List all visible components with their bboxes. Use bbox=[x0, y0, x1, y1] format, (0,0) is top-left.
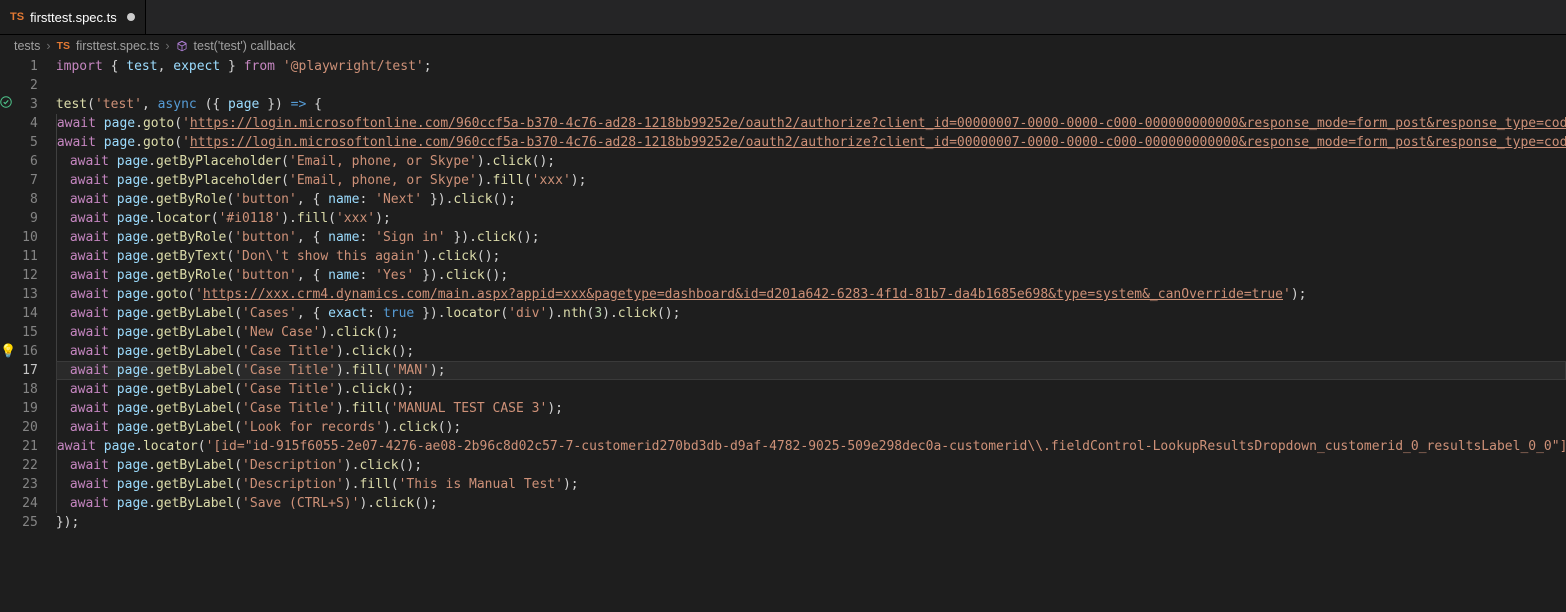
code-line[interactable]: await page.goto('https://login.microsoft… bbox=[56, 133, 1566, 152]
gutter-glyph[interactable] bbox=[0, 114, 18, 133]
code-line[interactable]: await page.locator('#i0118').fill('xxx')… bbox=[56, 209, 1566, 228]
line-number[interactable]: 21 bbox=[18, 437, 52, 456]
gutter-glyph[interactable] bbox=[0, 152, 18, 171]
dirty-indicator-icon bbox=[127, 13, 135, 21]
line-number[interactable]: 16 bbox=[18, 342, 52, 361]
gutter-glyph[interactable] bbox=[0, 323, 18, 342]
breadcrumb-file[interactable]: firsttest.spec.ts bbox=[76, 39, 159, 53]
line-number[interactable]: 18 bbox=[18, 380, 52, 399]
line-number[interactable]: 8 bbox=[18, 190, 52, 209]
code-line[interactable]: await page.getByLabel('New Case').click(… bbox=[56, 323, 1566, 342]
code-line[interactable]: import { test, expect } from '@playwrigh… bbox=[56, 57, 1566, 76]
line-number[interactable]: 11 bbox=[18, 247, 52, 266]
line-number[interactable]: 4 bbox=[18, 114, 52, 133]
code-line[interactable]: await page.getByLabel('Look for records'… bbox=[56, 418, 1566, 437]
chevron-right-icon: › bbox=[165, 39, 169, 53]
line-number[interactable]: 19 bbox=[18, 399, 52, 418]
breadcrumb: tests › TS firsttest.spec.ts › test('tes… bbox=[0, 35, 1566, 57]
gutter-glyph[interactable] bbox=[0, 228, 18, 247]
code-line[interactable]: await page.getByLabel('Description').cli… bbox=[56, 456, 1566, 475]
line-number[interactable]: 25 bbox=[18, 513, 52, 532]
gutter-glyph[interactable] bbox=[0, 95, 18, 114]
chevron-right-icon: › bbox=[46, 39, 50, 53]
gutter-glyph[interactable] bbox=[0, 266, 18, 285]
lightbulb-icon[interactable]: 💡 bbox=[0, 345, 16, 358]
gutter-glyph[interactable] bbox=[0, 133, 18, 152]
code-line[interactable]: }); bbox=[56, 513, 1566, 532]
code-line[interactable]: await page.getByLabel('Case Title').clic… bbox=[56, 342, 1566, 361]
code-line[interactable]: await page.getByLabel('Description').fil… bbox=[56, 475, 1566, 494]
line-number[interactable]: 14 bbox=[18, 304, 52, 323]
gutter-glyph[interactable] bbox=[0, 380, 18, 399]
code-line[interactable]: await page.getByPlaceholder('Email, phon… bbox=[56, 171, 1566, 190]
code-line[interactable]: await page.getByLabel('Save (CTRL+S)').c… bbox=[56, 494, 1566, 513]
line-number[interactable]: 12 bbox=[18, 266, 52, 285]
code-line[interactable]: await page.getByLabel('Cases', { exact: … bbox=[56, 304, 1566, 323]
gutter-glyph[interactable] bbox=[0, 399, 18, 418]
method-icon bbox=[176, 40, 188, 52]
line-number[interactable]: 15 bbox=[18, 323, 52, 342]
code-line[interactable]: await page.getByPlaceholder('Email, phon… bbox=[56, 152, 1566, 171]
line-number[interactable]: 23 bbox=[18, 475, 52, 494]
tab-bar: TS firsttest.spec.ts bbox=[0, 0, 1566, 35]
test-pass-icon[interactable] bbox=[0, 95, 12, 114]
tab-firsttest[interactable]: TS firsttest.spec.ts bbox=[0, 0, 146, 34]
line-number[interactable]: 2 bbox=[18, 76, 52, 95]
breadcrumb-symbol[interactable]: test('test') callback bbox=[194, 39, 296, 53]
gutter-glyph[interactable] bbox=[0, 247, 18, 266]
gutter-glyph[interactable] bbox=[0, 456, 18, 475]
line-number[interactable]: 22 bbox=[18, 456, 52, 475]
line-number[interactable]: 17 bbox=[18, 361, 52, 380]
gutter-glyph[interactable] bbox=[0, 437, 18, 456]
line-number[interactable]: 20 bbox=[18, 418, 52, 437]
code-line[interactable]: await page.getByText('Don\'t show this a… bbox=[56, 247, 1566, 266]
code-line[interactable]: await page.getByRole('button', { name: '… bbox=[56, 190, 1566, 209]
code-line[interactable]: await page.getByLabel('Case Title').fill… bbox=[56, 399, 1566, 418]
line-number[interactable]: 6 bbox=[18, 152, 52, 171]
tab-filename: firsttest.spec.ts bbox=[30, 10, 117, 25]
line-number[interactable]: 13 bbox=[18, 285, 52, 304]
code-line[interactable] bbox=[56, 76, 1566, 95]
gutter-glyph[interactable] bbox=[0, 475, 18, 494]
code-line[interactable]: await page.getByLabel('Case Title').clic… bbox=[56, 380, 1566, 399]
gutter-glyph[interactable] bbox=[0, 57, 18, 76]
code-line[interactable]: await page.getByLabel('Case Title').fill… bbox=[56, 361, 1566, 380]
gutter-glyph[interactable] bbox=[0, 209, 18, 228]
line-number[interactable]: 10 bbox=[18, 228, 52, 247]
line-number[interactable]: 3 bbox=[18, 95, 52, 114]
ts-badge-icon: TS bbox=[57, 40, 70, 52]
gutter-glyph[interactable] bbox=[0, 304, 18, 323]
code-line[interactable]: test('test', async ({ page }) => { bbox=[56, 95, 1566, 114]
line-number[interactable]: 7 bbox=[18, 171, 52, 190]
gutter-glyph[interactable] bbox=[0, 418, 18, 437]
gutter-glyph[interactable] bbox=[0, 76, 18, 95]
code-line[interactable]: await page.getByRole('button', { name: '… bbox=[56, 228, 1566, 247]
gutter-glyph[interactable] bbox=[0, 171, 18, 190]
gutter-glyph[interactable] bbox=[0, 361, 18, 380]
line-number[interactable]: 5 bbox=[18, 133, 52, 152]
breadcrumb-folder[interactable]: tests bbox=[14, 39, 40, 53]
line-number[interactable]: 24 bbox=[18, 494, 52, 513]
gutter-glyph[interactable] bbox=[0, 513, 18, 532]
code-line[interactable]: await page.goto('https://xxx.crm4.dynami… bbox=[56, 285, 1566, 304]
ts-badge-icon: TS bbox=[10, 11, 24, 23]
gutter-glyph[interactable] bbox=[0, 190, 18, 209]
code-line[interactable]: await page.getByRole('button', { name: '… bbox=[56, 266, 1566, 285]
gutter-glyph[interactable]: 💡 bbox=[0, 342, 18, 361]
line-number[interactable]: 1 bbox=[18, 57, 52, 76]
code-line[interactable]: await page.locator('[id="id-915f6055-2e0… bbox=[56, 437, 1566, 456]
gutter-glyph[interactable] bbox=[0, 285, 18, 304]
code-editor[interactable]: 💡123456789101112131415161718192021222324… bbox=[0, 57, 1566, 532]
gutter-glyph[interactable] bbox=[0, 494, 18, 513]
code-line[interactable]: await page.goto('https://login.microsoft… bbox=[56, 114, 1566, 133]
line-number[interactable]: 9 bbox=[18, 209, 52, 228]
